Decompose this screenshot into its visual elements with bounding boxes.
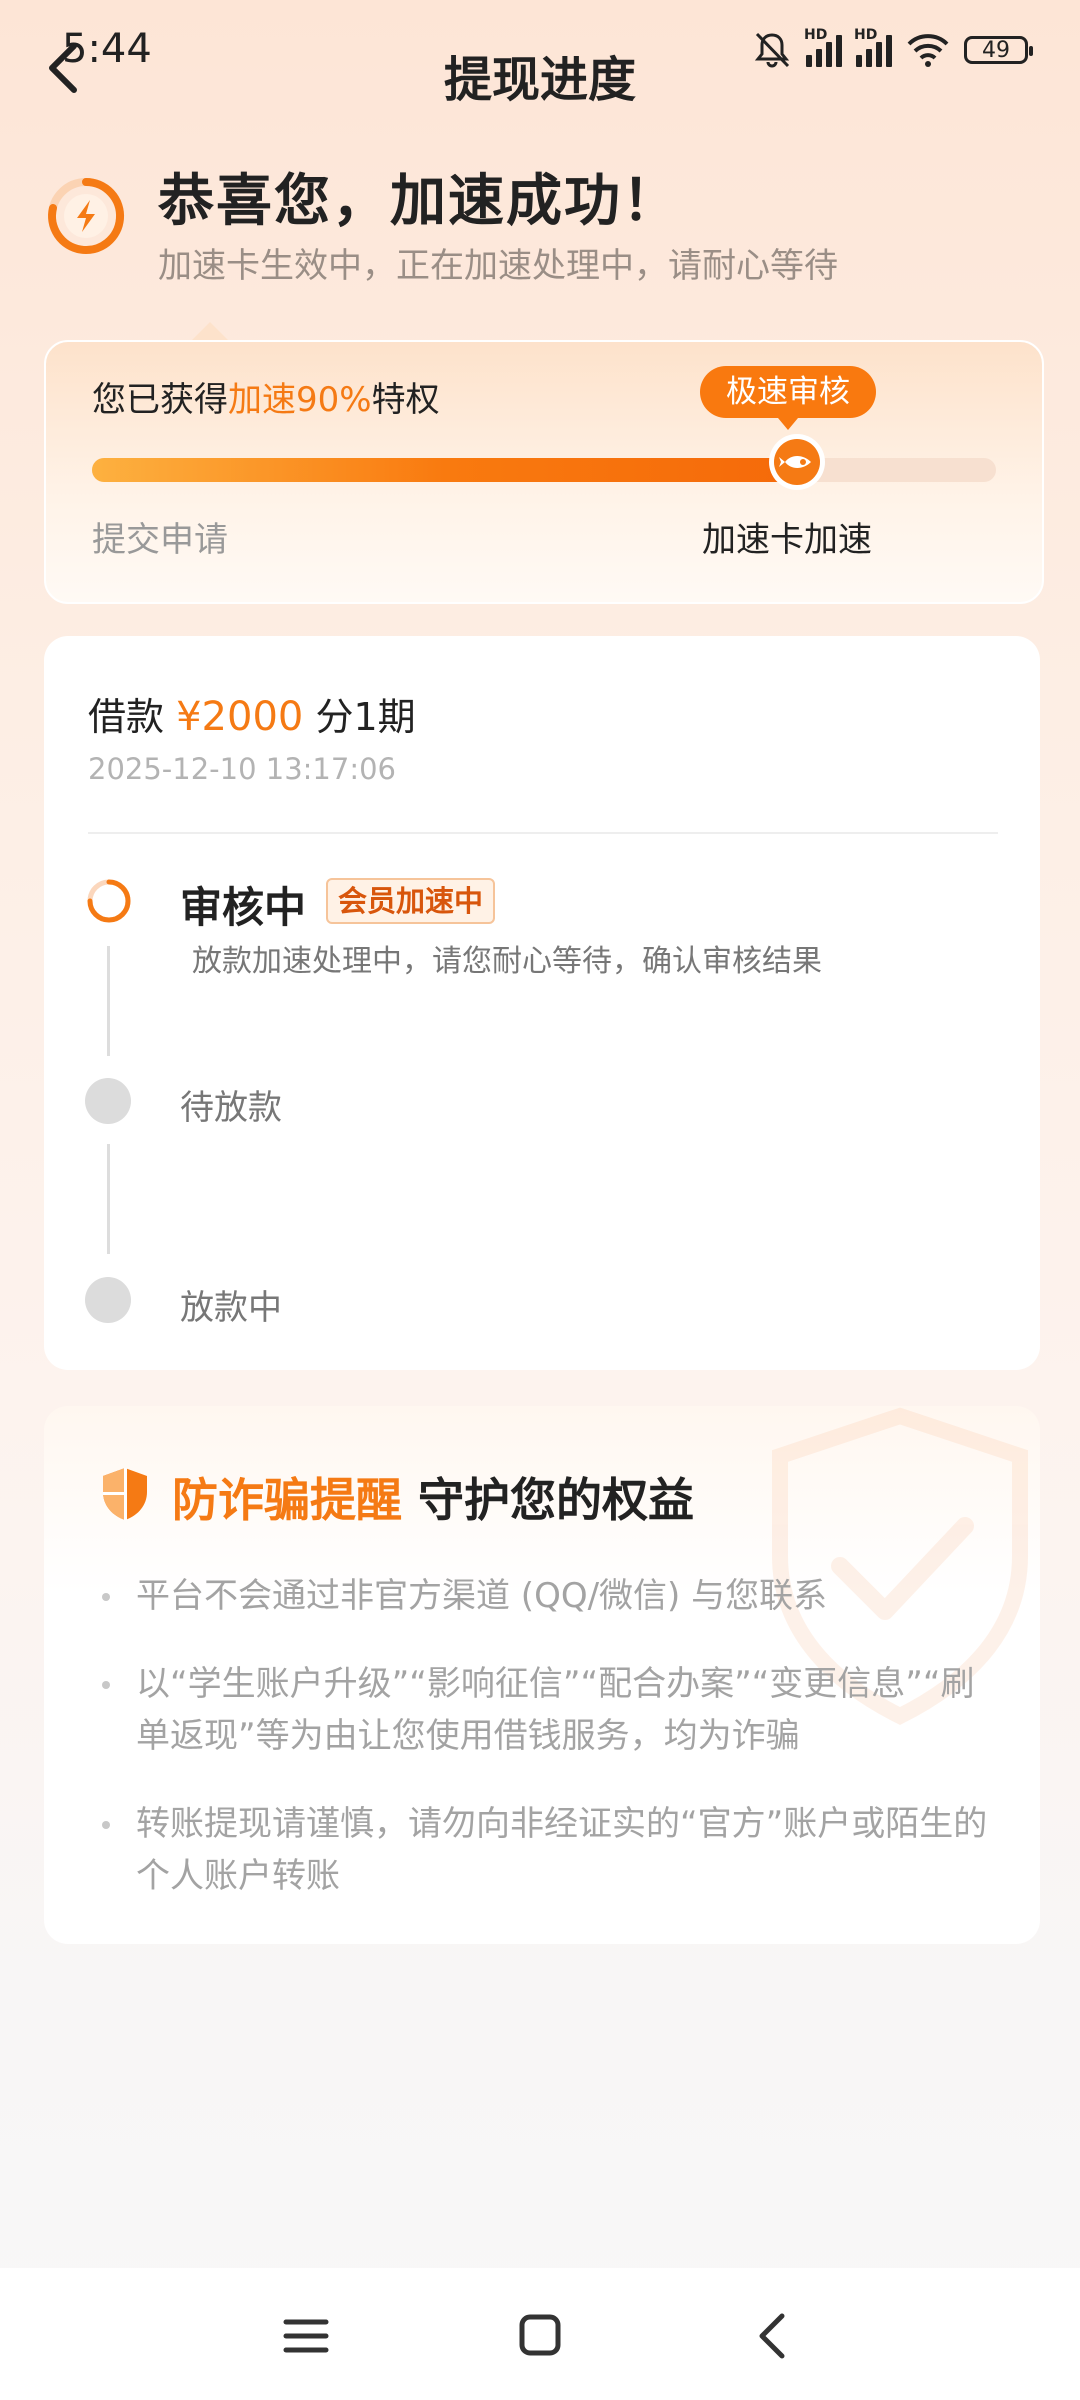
privilege-text: 您已获得加速90%特权	[92, 380, 440, 420]
step-pending-disbursement: 待放款	[180, 1088, 282, 1128]
fraud-tip: 转账提现请谨慎，请勿向非经证实的“官方”账户或陌生的个人账户转账	[102, 1798, 1006, 1902]
loan-amount: ¥2000	[176, 694, 304, 740]
step-reviewing-desc: 放款加速处理中，请您耐心等待，确认审核结果	[192, 944, 822, 979]
member-acceleration-badge: 会员加速中	[326, 878, 496, 924]
step-dot	[85, 1078, 131, 1124]
loan-date: 2025-12-10 13:17:06	[88, 752, 396, 786]
system-nav-bar	[0, 2268, 1080, 2400]
lightning-icon	[48, 178, 125, 254]
back-nav-icon[interactable]	[744, 2308, 804, 2364]
step-connector	[107, 946, 110, 1056]
privilege-highlight: 加速90%	[228, 380, 372, 420]
step-reviewing-title: 审核中	[180, 883, 307, 932]
step-dot	[85, 1277, 131, 1323]
fraud-tip: 平台不会通过非官方渠道 (QQ/微信) 与您联系	[102, 1570, 1006, 1622]
success-subtitle: 加速卡生效中，正在加速处理中，请耐心等待	[158, 246, 838, 286]
page-title: 提现进度	[443, 52, 636, 108]
progress-track	[92, 434, 996, 490]
fast-review-badge: 极速审核	[700, 366, 876, 430]
anti-fraud-card: 防诈骗提醒 守护您的权益 平台不会通过非官方渠道 (QQ/微信) 与您联系 以“…	[44, 1406, 1040, 1944]
card-notch	[190, 322, 230, 342]
menu-icon[interactable]	[276, 2308, 336, 2364]
home-icon[interactable]	[510, 2308, 570, 2364]
loan-status-card: 借款 ¥2000 分1期 2025-12-10 13:17:06 审核中 会员加…	[44, 636, 1040, 1370]
fraud-tip: 以“学生账户升级”“影响征信”“配合办案”“变更信息”“刷单返现”等为由让您使用…	[102, 1658, 1006, 1762]
progress-start-label: 提交申请	[92, 520, 228, 560]
loading-ring-icon	[87, 879, 131, 923]
divider	[88, 832, 998, 834]
rocket-icon	[769, 434, 826, 490]
success-title: 恭喜您，加速成功！	[158, 169, 680, 234]
step-connector	[107, 1144, 110, 1254]
shield-icon	[103, 1468, 147, 1520]
progress-end-label: 加速卡加速	[702, 520, 872, 560]
fraud-title: 防诈骗提醒 守护您的权益	[172, 1473, 695, 1527]
progress-fill	[92, 458, 798, 482]
loan-term: 分1期	[315, 695, 416, 739]
step-disbursing: 放款中	[180, 1288, 282, 1328]
acceleration-progress-card: 您已获得加速90%特权 极速审核 提交申请 加速卡加速	[44, 340, 1044, 604]
loan-summary: 借款 ¥2000 分1期	[88, 694, 416, 740]
